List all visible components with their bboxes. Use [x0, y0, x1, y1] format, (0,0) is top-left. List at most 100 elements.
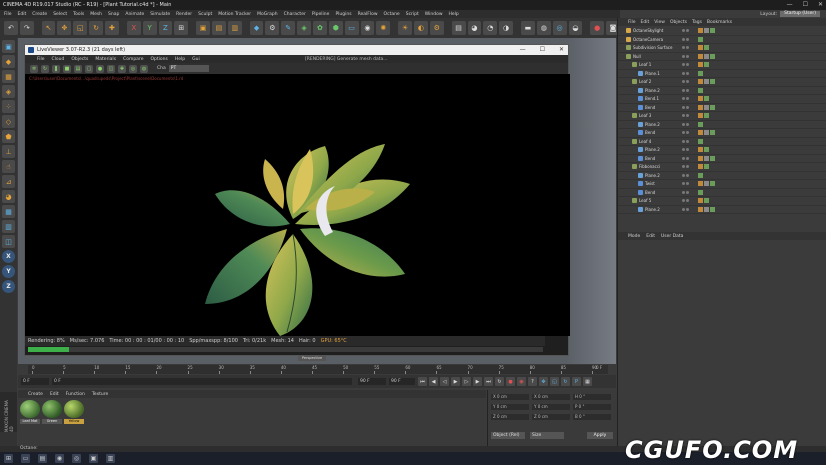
render-canvas[interactable]: C:\Users\user\Documents\...\quadrupeds\P… [25, 74, 570, 336]
visibility-dots[interactable] [682, 190, 689, 194]
x-lock-icon[interactable]: X [2, 250, 15, 263]
visibility-dot-icon[interactable] [682, 131, 685, 135]
coord-mode-dropdown[interactable]: Object (Rel) [491, 432, 525, 439]
tag-icon[interactable] [698, 96, 703, 102]
scale-icon[interactable]: ◱ [73, 21, 88, 35]
visibility-dot-icon[interactable] [682, 190, 685, 194]
points-mode-icon[interactable]: ⁘ [2, 100, 15, 113]
visibility-dot-icon[interactable] [686, 105, 689, 109]
octane-materials-icon[interactable]: ◍ [536, 21, 551, 35]
pen-icon[interactable]: ✎ [281, 21, 296, 35]
workplane-icon[interactable]: ◈ [2, 85, 15, 98]
visibility-dot-icon[interactable] [686, 139, 689, 143]
object-row[interactable]: OctaneSkylight [618, 27, 826, 36]
visibility-dot-icon[interactable] [686, 114, 689, 118]
object-row[interactable]: Plane.2 [618, 121, 826, 129]
lv-menu-help[interactable]: Help [175, 57, 185, 62]
menu-mesh[interactable]: Mesh [90, 12, 102, 17]
octane-render-icon[interactable]: ◐ [414, 21, 428, 35]
visibility-dots[interactable] [682, 37, 689, 41]
coordinate-system-icon[interactable]: ⊞ [174, 21, 189, 35]
am-menu-mode[interactable]: Mode [628, 234, 640, 239]
visibility-dot-icon[interactable] [686, 182, 689, 186]
visibility-dots[interactable] [682, 148, 689, 152]
visibility-dot-icon[interactable] [686, 88, 689, 92]
visibility-dot-icon[interactable] [686, 37, 689, 41]
menu-tools[interactable]: Tools [73, 12, 84, 17]
render-focus-icon[interactable]: ◎ [129, 64, 137, 73]
tag-icon[interactable] [698, 206, 703, 212]
menu-animate[interactable]: Animate [125, 12, 144, 17]
octane-live-viewer-icon[interactable]: ▬ [520, 21, 535, 35]
octane-sun-icon[interactable]: ☀ [398, 21, 413, 35]
object-row[interactable]: Null [618, 53, 826, 61]
render-pick-icon[interactable]: ✚ [118, 64, 126, 73]
menu-file[interactable]: File [4, 12, 12, 17]
render-clay-icon[interactable]: ◍ [140, 64, 148, 73]
size-mode-dropdown[interactable]: Size [530, 432, 564, 439]
render-region-icon[interactable]: ▢ [85, 64, 93, 73]
object-row[interactable]: Plane.2 [618, 172, 826, 180]
visibility-dots[interactable] [682, 97, 689, 101]
menu-edit[interactable]: Edit [18, 12, 27, 17]
prev-key-icon[interactable]: ◀ [429, 377, 438, 386]
close-icon[interactable]: ✕ [818, 1, 823, 8]
menu-snap[interactable]: Snap [108, 12, 119, 17]
visibility-dot-icon[interactable] [686, 97, 689, 101]
visibility-dot-icon[interactable] [682, 173, 685, 177]
visibility-dots[interactable] [682, 199, 689, 203]
taskbar-folder-icon[interactable]: ▤ [38, 454, 47, 463]
maximize-icon[interactable]: ☐ [803, 1, 808, 8]
object-row[interactable]: Leaf 5 [618, 197, 826, 206]
object-row[interactable]: Leaf 3 [618, 112, 826, 121]
next-frame-icon[interactable]: ▷ [462, 377, 471, 386]
object-row[interactable]: Leaf 2 [618, 78, 826, 87]
tag-icon[interactable] [698, 79, 703, 85]
visibility-dots[interactable] [682, 80, 689, 84]
visibility-dot-icon[interactable] [682, 114, 685, 118]
taskbar-app-icon-3[interactable]: ▥ [106, 454, 115, 463]
menu-simulate[interactable]: Simulate [150, 12, 170, 17]
menu-select[interactable]: Select [53, 12, 67, 17]
rotation-p-field[interactable]: P 0 ° [573, 404, 611, 410]
loop-icon[interactable]: ↻ [495, 377, 504, 386]
tag-icon[interactable] [698, 113, 703, 119]
object-row[interactable]: Bend [618, 104, 826, 112]
tag-icon[interactable] [698, 70, 703, 76]
lv-menu-options[interactable]: Options [150, 57, 167, 62]
tag-icon[interactable] [704, 155, 709, 161]
am-menu-user-data[interactable]: User Data [661, 234, 683, 239]
visibility-dot-icon[interactable] [682, 156, 685, 160]
menu-help[interactable]: Help [449, 12, 459, 17]
tag-icon[interactable] [710, 104, 715, 110]
keyframe-selection-icon[interactable]: ? [528, 377, 537, 386]
visibility-dot-icon[interactable] [682, 165, 685, 169]
light-icon[interactable]: ✺ [376, 21, 391, 35]
object-row[interactable]: Plane.2 [618, 206, 826, 214]
material-swatch[interactable]: Leaf Mat [20, 400, 40, 428]
visibility-dots[interactable] [682, 71, 689, 75]
move-icon[interactable]: ✥ [57, 21, 72, 35]
visibility-dot-icon[interactable] [686, 46, 689, 50]
tag-icon[interactable] [698, 130, 703, 136]
current-frame-field[interactable]: 0 F [52, 378, 352, 385]
visibility-dots[interactable] [682, 156, 689, 160]
tag-icon[interactable] [704, 62, 709, 68]
visibility-dots[interactable] [682, 173, 689, 177]
tag-icon[interactable] [704, 28, 709, 34]
x-axis-icon[interactable]: X [126, 21, 141, 35]
taskbar-app-icon-1[interactable]: ◉ [55, 454, 64, 463]
lv-menu-gui[interactable]: Gui [192, 57, 200, 62]
visibility-dot-icon[interactable] [682, 139, 685, 143]
position-z-field[interactable]: Z 0 cm [491, 414, 529, 420]
camera-icon[interactable]: ◉ [360, 21, 375, 35]
autokey-icon[interactable]: ◉ [517, 377, 526, 386]
position-x-field[interactable]: X 0 cm [491, 394, 529, 400]
lock-icon[interactable]: ▥ [2, 220, 15, 233]
render-save-icon[interactable]: ▤ [74, 64, 82, 73]
render-picture-viewer-icon[interactable]: ▤ [211, 21, 226, 35]
object-row[interactable]: Subdivision Surface [618, 44, 826, 53]
visibility-dot-icon[interactable] [686, 165, 689, 169]
live-select-icon[interactable]: ↖ [41, 21, 56, 35]
visibility-dot-icon[interactable] [686, 148, 689, 152]
